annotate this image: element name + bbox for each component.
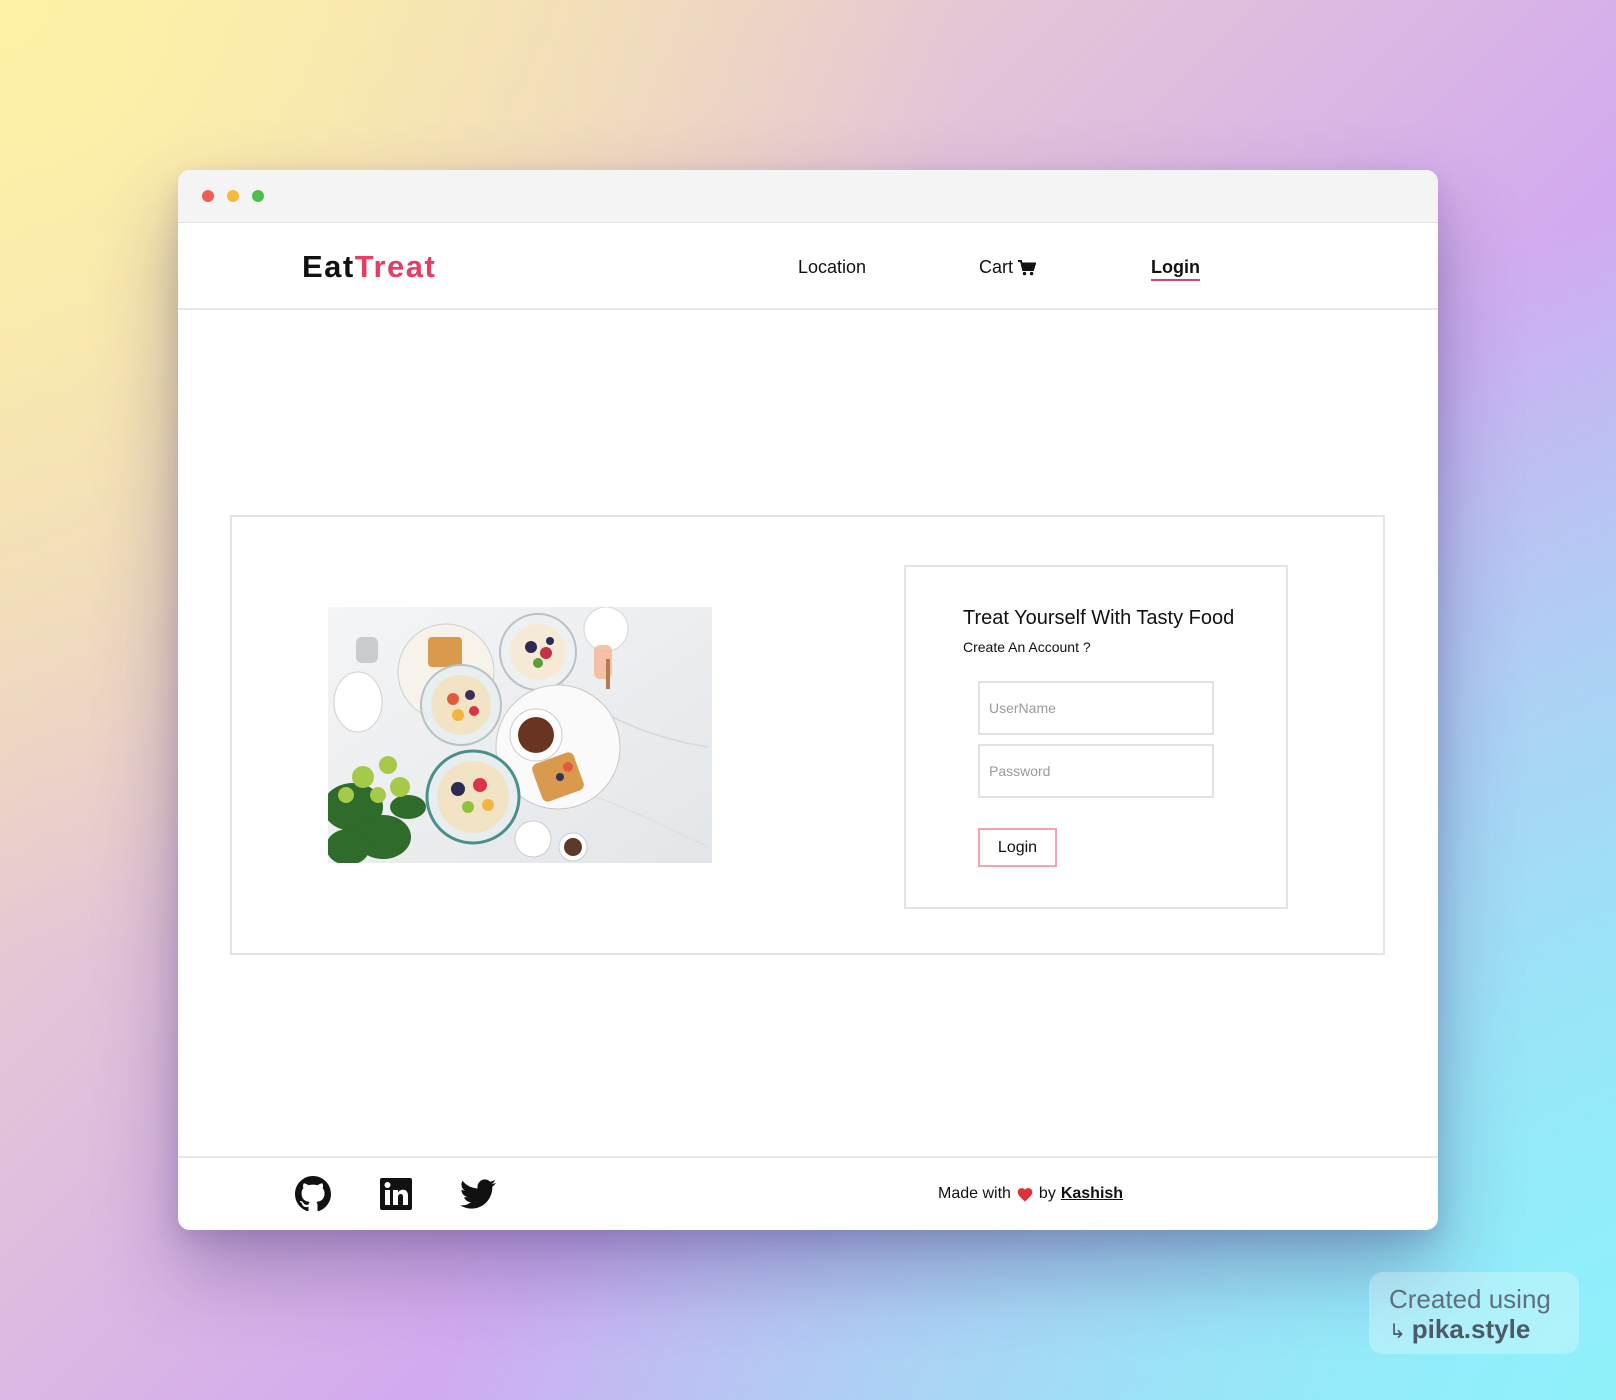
footer-by: by (1038, 1185, 1056, 1202)
food-image (328, 607, 712, 863)
login-card-title: Treat Yourself With Tasty Food (963, 607, 1235, 629)
linkedin-icon (380, 1178, 412, 1210)
twitter-link[interactable] (460, 1176, 496, 1212)
footer-made-with: Made with (938, 1185, 1011, 1202)
github-link[interactable] (295, 1176, 331, 1212)
nav-cart-link[interactable]: Cart (979, 257, 1037, 278)
create-account-link[interactable]: Create An Account ? (963, 639, 1091, 655)
navbar: EatTreat Location Cart Login (178, 223, 1438, 310)
brand-part-eat: Eat (302, 249, 355, 284)
login-submit-button[interactable]: Login (978, 828, 1057, 867)
close-window-dot[interactable] (202, 190, 214, 202)
return-arrow-icon: ↳ (1389, 1321, 1406, 1343)
footer: Made with by Kashish (178, 1156, 1438, 1230)
pika-watermark: Created using ↳ pika.style (1369, 1272, 1579, 1354)
watermark-line1: Created using (1389, 1284, 1551, 1314)
maximize-window-dot[interactable] (252, 190, 264, 202)
footer-credit: Made with by Kashish (938, 1185, 1123, 1203)
minimize-window-dot[interactable] (227, 190, 239, 202)
brand-part-treat: Treat (354, 249, 437, 284)
cart-icon (1018, 259, 1037, 275)
author-link[interactable]: Kashish (1061, 1185, 1123, 1203)
heart-icon (1017, 1188, 1033, 1202)
window-titlebar (178, 170, 1438, 223)
watermark-line2: ↳ pika.style (1389, 1314, 1530, 1345)
twitter-icon (460, 1179, 496, 1209)
watermark-brand: pika.style (1411, 1314, 1531, 1344)
linkedin-link[interactable] (378, 1176, 414, 1212)
login-section: Treat Yourself With Tasty Food Create An… (230, 515, 1385, 955)
username-input[interactable] (978, 681, 1214, 735)
nav-cart-label: Cart (979, 257, 1014, 277)
browser-window: EatTreat Location Cart Login Treat Yours… (178, 170, 1438, 1230)
login-card: Treat Yourself With Tasty Food Create An… (904, 565, 1288, 909)
nav-login-link[interactable]: Login (1151, 257, 1200, 281)
nav-location-link[interactable]: Location (798, 257, 866, 278)
github-icon (295, 1176, 331, 1212)
brand-logo[interactable]: EatTreat (302, 249, 436, 285)
password-input[interactable] (978, 744, 1214, 798)
